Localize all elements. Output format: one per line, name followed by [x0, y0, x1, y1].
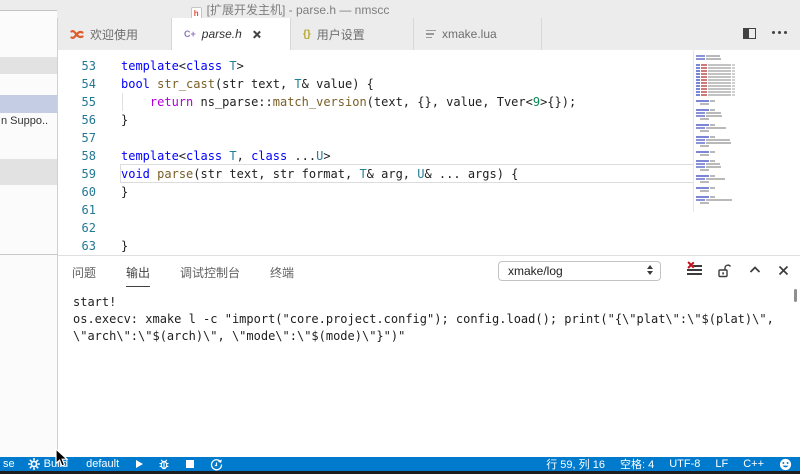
code-line[interactable]: bool str_cast(str text, T& value) {	[121, 75, 690, 93]
restart-icon[interactable]	[210, 458, 223, 471]
encoding[interactable]: UTF-8	[669, 458, 700, 470]
window-titlebar: h[扩展开发主机] - parse.h — nmscc	[0, 0, 800, 18]
tab-label: 欢迎使用	[90, 26, 138, 43]
editor-tabbar: 欢迎使用 C+ parse.h {} 用户设置 xmake.lua	[58, 18, 800, 50]
code-editor[interactable]: 5354555657585960616263 template<class T>…	[58, 50, 800, 255]
clear-output-icon[interactable]	[686, 263, 702, 277]
line-number: 56	[58, 111, 96, 129]
language-mode[interactable]: C++	[743, 458, 764, 470]
line-number: 55	[58, 93, 96, 111]
minimap[interactable]	[696, 55, 743, 215]
bottom-panel: 问题 输出 调试控制台 终端 xmake/log	[58, 255, 800, 457]
code-line[interactable]	[121, 219, 690, 237]
background-window-strip: n Suppo..	[0, 10, 57, 474]
code-line[interactable]	[121, 129, 690, 147]
statusbar-left: se Build default	[0, 457, 223, 471]
unlock-scroll-icon[interactable]	[717, 263, 731, 278]
line-number: 63	[58, 237, 96, 255]
tab-label: parse.h	[202, 27, 242, 41]
mouse-cursor	[55, 448, 69, 473]
background-list-item-label[interactable]: n Suppo..	[1, 115, 48, 127]
line-number: 60	[58, 183, 96, 201]
tab-close-icon[interactable]	[252, 30, 261, 39]
maximize-panel-icon[interactable]	[749, 263, 761, 275]
tab-label: 用户设置	[317, 26, 365, 43]
panel-scrollbar-thumb[interactable]	[794, 289, 797, 302]
code-line[interactable]	[121, 201, 690, 219]
output-line: \"arch\":\"$(arch)\", \"mode\":\"$(mode)…	[73, 328, 790, 345]
indentation[interactable]: 空格: 4	[620, 456, 654, 472]
tab-label: xmake.lua	[442, 27, 497, 41]
window-title-text: [扩展开发主机] - parse.h — nmscc	[207, 3, 390, 17]
line-number: 54	[58, 75, 96, 93]
output-line: start!	[73, 294, 790, 311]
eol-sequence[interactable]: LF	[715, 458, 728, 470]
more-actions-icon[interactable]	[772, 31, 790, 34]
code-line[interactable]: template<class T, class ...U>	[121, 147, 690, 165]
output-line: os.execv: xmake l -c "import("core.proje…	[73, 311, 790, 328]
lua-file-icon	[426, 30, 436, 39]
vs-logo-icon	[70, 28, 84, 41]
gear-icon[interactable]	[28, 458, 40, 470]
line-number: 59	[58, 165, 96, 183]
line-number: 62	[58, 219, 96, 237]
editor-window: 欢迎使用 C+ parse.h {} 用户设置 xmake.lua 53545	[57, 18, 800, 474]
indent-guide	[122, 93, 123, 111]
panel-header: 问题 输出 调试控制台 终端 xmake/log	[58, 256, 800, 286]
tab-parse-h[interactable]: C+ parse.h	[172, 18, 291, 50]
build-config-button[interactable]: default	[86, 458, 119, 470]
debug-bug-icon[interactable]	[158, 458, 170, 470]
panel-action-icons	[58, 263, 800, 279]
line-number: 57	[58, 129, 96, 147]
background-list-item[interactable]	[0, 57, 57, 74]
code-line[interactable]: }	[121, 183, 690, 201]
feedback-smiley-icon[interactable]	[779, 458, 792, 471]
screen: h[扩展开发主机] - parse.h — nmscc n Suppo.. 欢迎…	[0, 0, 800, 474]
output-log[interactable]: start!os.execv: xmake l -c "import("core…	[73, 294, 790, 345]
background-list-item[interactable]	[0, 159, 57, 185]
braces-icon: {}	[303, 29, 311, 40]
close-panel-icon[interactable]	[778, 263, 789, 274]
cpp-file-icon: C+	[184, 29, 196, 39]
line-number: 61	[58, 201, 96, 219]
status-bar: se Build default	[0, 457, 800, 471]
split-editor-icon[interactable]	[743, 28, 756, 39]
code-line[interactable]: }	[121, 111, 690, 129]
code-line[interactable]: return ns_parse::match_version(text, {},…	[121, 93, 690, 111]
line-number: 53	[58, 57, 96, 75]
stop-icon[interactable]	[186, 460, 194, 468]
run-icon[interactable]	[136, 460, 143, 468]
code-line[interactable]: template<class T>	[121, 57, 690, 75]
current-line-highlight	[120, 164, 694, 183]
tab-xmake-lua[interactable]: xmake.lua	[414, 18, 542, 50]
truncated-status-item[interactable]: se	[3, 458, 15, 470]
code-content[interactable]: template<class T>bool str_cast(str text,…	[121, 57, 690, 255]
tab-user-settings[interactable]: {} 用户设置	[291, 18, 414, 50]
code-line[interactable]: }	[121, 237, 690, 255]
cursor-position[interactable]: 行 59, 列 16	[546, 456, 605, 472]
statusbar-right: 行 59, 列 16 空格: 4 UTF-8 LF C++	[546, 457, 800, 471]
line-number-gutter: 5354555657585960616263	[58, 57, 96, 255]
line-number: 58	[58, 147, 96, 165]
minimap-border	[693, 50, 694, 212]
background-list-item-selected[interactable]	[0, 95, 57, 113]
tab-welcome[interactable]: 欢迎使用	[58, 18, 172, 50]
divider	[0, 254, 57, 255]
